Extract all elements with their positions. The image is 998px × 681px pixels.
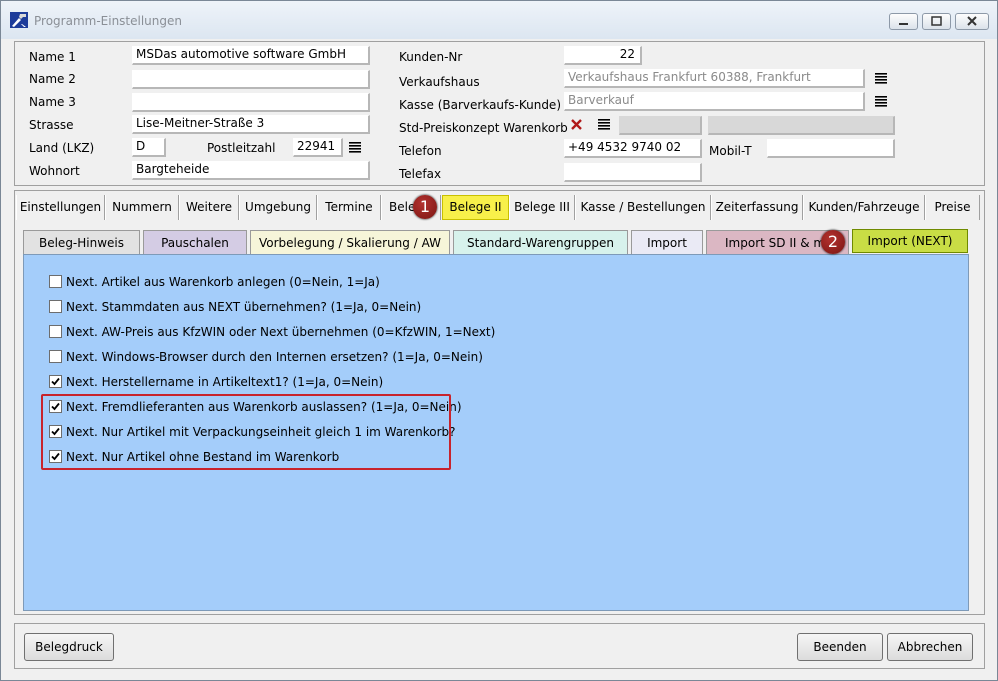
tab-kunden-fahrzeuge[interactable]: Kunden/Fahrzeuge: [803, 195, 925, 220]
option-label: Next. Artikel aus Warenkorb anlegen (0=N…: [66, 275, 380, 289]
kasse-lookup-icon[interactable]: [875, 95, 887, 107]
maximize-button[interactable]: [922, 13, 951, 30]
verkaufshaus-lookup-icon[interactable]: [875, 72, 887, 84]
subtab-standard-warengruppen[interactable]: Standard-Warengruppen: [453, 230, 628, 254]
highlight-box: [41, 394, 451, 470]
strasse-field[interactable]: Lise-Meitner-Straße 3: [132, 115, 370, 134]
option-checkbox[interactable]: [49, 275, 62, 288]
minimize-icon: [899, 23, 908, 25]
land-field[interactable]: D: [132, 138, 166, 157]
maximize-icon: [931, 16, 942, 26]
tab-termine[interactable]: Termine: [317, 195, 381, 220]
tab-einstellungen[interactable]: Einstellungen: [16, 195, 105, 220]
tab-kasse-bestellungen[interactable]: Kasse / Bestellungen: [575, 195, 711, 220]
plz-field[interactable]: 22941: [293, 138, 343, 157]
minimize-button[interactable]: [889, 13, 918, 30]
label-preiskonzept: Std-Preiskonzept Warenkorb: [399, 121, 568, 135]
label-name2: Name 2: [29, 72, 76, 86]
label-wohnort: Wohnort: [29, 164, 80, 178]
tab-belege-iii[interactable]: Belege III: [509, 195, 575, 220]
close-icon: [967, 16, 977, 26]
label-strasse: Strasse: [29, 118, 74, 132]
abbrechen-button[interactable]: Abbrechen: [887, 633, 973, 661]
label-kunden-nr: Kunden-Nr: [399, 50, 463, 64]
plz-lookup-icon[interactable]: [349, 141, 361, 153]
verkaufshaus-field[interactable]: Verkaufshaus Frankfurt 60388, Frankfurt: [564, 69, 865, 88]
tab-preise[interactable]: Preise: [925, 195, 980, 220]
option-checkbox[interactable]: [49, 300, 62, 313]
wohnort-field[interactable]: Bargteheide: [132, 161, 370, 180]
beenden-button[interactable]: Beenden: [797, 633, 883, 661]
kunden-nr-field[interactable]: 22: [564, 46, 642, 65]
preiskonzept-desc-field: [708, 116, 895, 135]
tab-umgebung[interactable]: Umgebung: [239, 195, 317, 220]
subtab-beleg-hinweis[interactable]: Beleg-Hinweis: [23, 230, 140, 254]
subtab-import-next[interactable]: Import (NEXT): [852, 229, 968, 253]
belegdruck-button[interactable]: Belegdruck: [24, 633, 114, 661]
clear-x-icon[interactable]: [570, 118, 583, 131]
option-label: Next. Herstellername in Artikeltext1? (1…: [66, 375, 384, 389]
checkmark-icon: [51, 377, 60, 386]
option-label: Next. AW-Preis aus KfzWIN oder Next über…: [66, 325, 496, 339]
tab-nummern[interactable]: Nummern: [105, 195, 179, 220]
option-checkbox[interactable]: [49, 350, 62, 363]
label-land: Land (LKZ): [29, 141, 95, 155]
tab-belege-ii[interactable]: Belege II: [442, 195, 509, 220]
subtab-pauschalen[interactable]: Pauschalen: [143, 230, 247, 254]
mobil-field[interactable]: [767, 139, 895, 158]
option-label: Next. Windows-Browser durch den Internen…: [66, 350, 483, 364]
label-name3: Name 3: [29, 95, 76, 109]
annotation-badge-2: 2: [821, 230, 845, 254]
name2-field[interactable]: [132, 70, 370, 89]
settings-window: Programm-Einstellungen Name 1 MSDas auto…: [0, 0, 998, 681]
kasse-field[interactable]: Barverkauf: [564, 92, 865, 111]
option-label: Next. Stammdaten aus NEXT übernehmen? (1…: [66, 300, 422, 314]
preiskonzept-lookup-icon[interactable]: [598, 118, 610, 130]
label-name1: Name 1: [29, 50, 76, 64]
title-bar[interactable]: Programm-Einstellungen: [1, 1, 997, 39]
tab-weitere[interactable]: Weitere: [179, 195, 239, 220]
option-checkbox[interactable]: [49, 375, 62, 388]
label-mobil: Mobil-T: [709, 144, 752, 158]
window-title: Programm-Einstellungen: [34, 14, 182, 28]
label-plz: Postleitzahl: [207, 141, 276, 155]
subtab-import[interactable]: Import: [631, 230, 703, 254]
tab-zeiterfassung[interactable]: Zeiterfassung: [711, 195, 803, 220]
subtab-vorbelegung[interactable]: Vorbelegung / Skalierung / AW: [250, 230, 450, 254]
label-verkaufshaus: Verkaufshaus: [399, 75, 480, 89]
name1-field[interactable]: MSDas automotive software GmbH: [132, 46, 370, 65]
name3-field[interactable]: [132, 93, 370, 112]
close-button[interactable]: [955, 13, 989, 30]
telefon-field[interactable]: +49 4532 9740 02: [564, 139, 702, 158]
label-kasse: Kasse (Barverkaufs-Kunde): [399, 98, 561, 112]
preiskonzept-field[interactable]: [619, 116, 702, 135]
option-checkbox[interactable]: [49, 325, 62, 338]
label-telefon: Telefon: [399, 144, 442, 158]
app-tools-icon: [10, 12, 28, 28]
annotation-badge-1: 1: [413, 195, 437, 219]
telefax-field[interactable]: [564, 163, 702, 182]
label-telefax: Telefax: [399, 167, 442, 181]
